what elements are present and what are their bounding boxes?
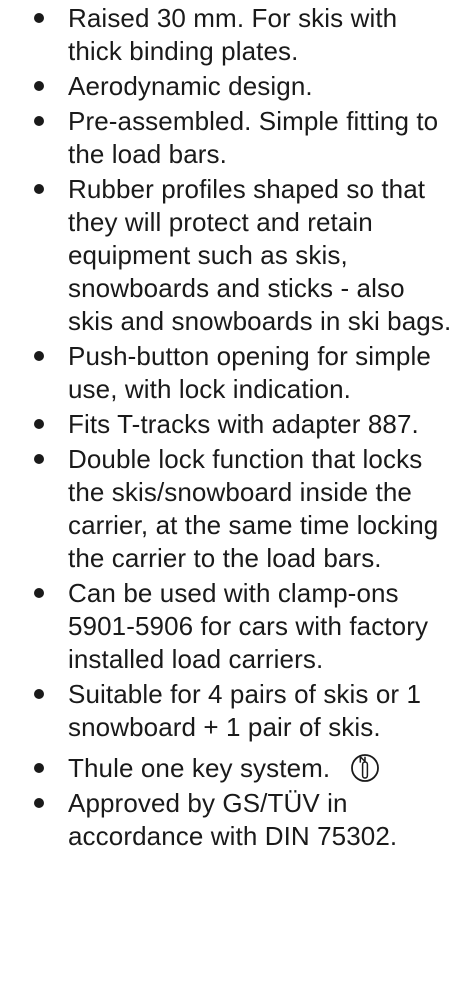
feature-text: Fits T-tracks with adapter 887. — [68, 409, 419, 439]
list-item: Rubber profiles shaped so that they will… — [0, 173, 462, 338]
bullet-icon — [34, 81, 44, 91]
feature-text: Approved by GS/TÜV in accordance with DI… — [68, 788, 398, 851]
bullet-icon — [34, 763, 44, 773]
feature-text: Thule one key system. — [68, 753, 331, 783]
bullet-icon — [34, 419, 44, 429]
feature-text: Push-button opening for simple use, with… — [68, 341, 431, 404]
list-item: Pre-assembled. Simple fitting to the loa… — [0, 105, 462, 171]
list-item: Thule one key system. — [0, 752, 462, 785]
feature-text: Raised 30 mm. For skis with thick bindin… — [68, 3, 398, 66]
feature-text: Pre-assembled. Simple fitting to the loa… — [68, 106, 439, 169]
list-item: Aerodynamic design. — [0, 70, 462, 103]
feature-text: Can be used with clamp-ons 5901-5906 for… — [68, 578, 429, 674]
bullet-icon — [34, 116, 44, 126]
feature-text: Aerodynamic design. — [68, 71, 313, 101]
bullet-icon — [34, 351, 44, 361]
bullet-icon — [34, 689, 44, 699]
feature-list: Raised 30 mm. For skis with thick bindin… — [0, 2, 462, 855]
list-item: Raised 30 mm. For skis with thick bindin… — [0, 2, 462, 68]
bullet-icon — [34, 588, 44, 598]
bullet-icon — [34, 454, 44, 464]
list-item: Push-button opening for simple use, with… — [0, 340, 462, 406]
bullet-icon — [34, 13, 44, 23]
bullet-icon — [34, 798, 44, 808]
feature-text: Rubber profiles shaped so that they will… — [68, 174, 452, 336]
feature-text: Suitable for 4 pairs of skis or 1 snowbo… — [68, 679, 422, 742]
list-item: Can be used with clamp-ons 5901-5906 for… — [0, 577, 462, 676]
list-item: Double lock function that locks the skis… — [0, 443, 462, 575]
one-key-system-icon — [350, 754, 379, 782]
feature-text: Double lock function that locks the skis… — [68, 444, 439, 573]
list-item: Approved by GS/TÜV in accordance with DI… — [0, 787, 462, 853]
bullet-icon — [34, 184, 44, 194]
list-item: Suitable for 4 pairs of skis or 1 snowbo… — [0, 678, 462, 744]
list-item: Fits T-tracks with adapter 887. — [0, 408, 462, 441]
